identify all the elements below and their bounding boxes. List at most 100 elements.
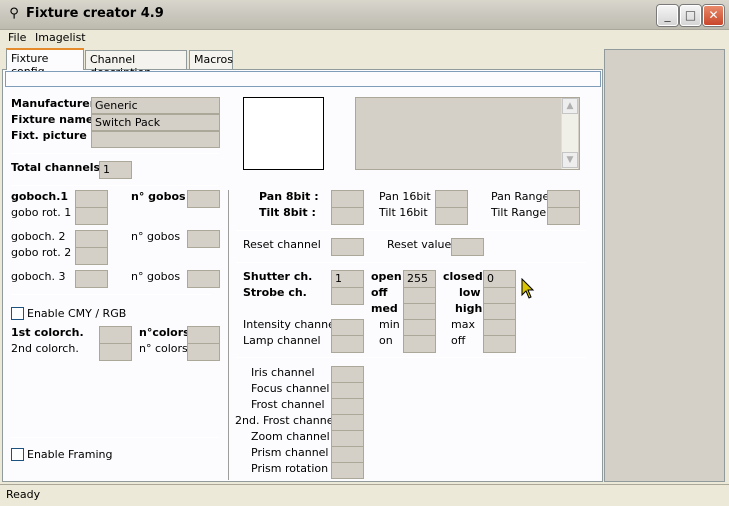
menu-file[interactable]: File xyxy=(8,31,26,44)
zoom-field[interactable] xyxy=(331,430,364,447)
ncolors2-label: n° colors xyxy=(139,342,188,355)
gobo-rot2-field[interactable] xyxy=(75,247,108,265)
goboch3-label: goboch. 3 xyxy=(11,270,66,283)
shutter-label: Shutter ch. xyxy=(243,270,313,283)
prism-field[interactable] xyxy=(331,446,364,463)
lamp-label: Lamp channel xyxy=(243,334,321,347)
frost2-field[interactable] xyxy=(331,414,364,431)
fixture-picture-field[interactable] xyxy=(91,131,220,148)
gobo-rot2-label: gobo rot. 2 xyxy=(11,246,72,259)
focus-label: Focus channel xyxy=(251,382,330,395)
side-panel xyxy=(604,49,725,482)
notes-memo[interactable] xyxy=(355,97,580,170)
zoom-label: Zoom channel xyxy=(251,430,330,443)
closed-field[interactable]: 0 xyxy=(483,270,516,288)
color1-label: 1st colorch. xyxy=(11,326,84,339)
off2-field[interactable] xyxy=(483,335,516,353)
off-label: off xyxy=(371,286,388,299)
lamp-field[interactable] xyxy=(331,335,364,353)
goboch2-label: goboch. 2 xyxy=(11,230,66,243)
goboch3-field[interactable] xyxy=(75,270,108,288)
closed-label: closed xyxy=(443,270,483,283)
reset-channel-label: Reset channel xyxy=(243,238,321,251)
n-gobos2-field[interactable] xyxy=(187,230,220,248)
prism-rotation-label: Prism rotation xyxy=(251,462,329,475)
cmy-checkbox[interactable] xyxy=(11,307,24,320)
frost-label: Frost channel xyxy=(251,398,325,411)
tilt16-field[interactable] xyxy=(435,207,468,225)
divider xyxy=(236,262,586,263)
frost2-label: 2nd. Frost channel xyxy=(235,414,337,427)
ncolors1-field[interactable] xyxy=(187,326,220,344)
framing-checkbox[interactable] xyxy=(11,448,24,461)
divider xyxy=(236,357,586,358)
n-gobos3-field[interactable] xyxy=(187,270,220,288)
n-gobos1-field[interactable] xyxy=(187,190,220,208)
fixture-picture-label: Fixt. picture xyxy=(11,129,87,142)
max-label: max xyxy=(451,318,475,331)
divider xyxy=(11,437,219,438)
color2-field[interactable] xyxy=(99,343,132,361)
pan8-field[interactable] xyxy=(331,190,364,208)
pan16-field[interactable] xyxy=(435,190,468,208)
strobe-label: Strobe ch. xyxy=(243,286,307,299)
manufacturer-label: Manufacturer xyxy=(11,97,96,110)
scroll-down-icon[interactable]: ▼ xyxy=(562,152,578,168)
framing-label: Enable Framing xyxy=(27,448,113,461)
mouse-cursor-icon xyxy=(521,278,535,299)
fixture-name-field[interactable]: Switch Pack xyxy=(91,114,220,131)
tilt8-label: Tilt 8bit : xyxy=(259,206,316,219)
frost-field[interactable] xyxy=(331,398,364,415)
pan-range-label: Pan Range xyxy=(491,190,550,203)
status-bar: Ready xyxy=(0,484,729,506)
vertical-divider xyxy=(228,190,229,480)
tab-macros[interactable]: Macros xyxy=(189,50,233,69)
tilt-range-label: Tilt Range xyxy=(491,206,547,219)
tilt8-field[interactable] xyxy=(331,207,364,225)
manufacturer-field[interactable]: Generic xyxy=(91,97,220,114)
goboch1-field[interactable] xyxy=(75,190,108,208)
fixture-picture[interactable] xyxy=(243,97,324,170)
cmy-label: Enable CMY / RGB xyxy=(27,307,127,320)
app-icon: ⚲ xyxy=(9,6,19,21)
description-field[interactable] xyxy=(5,71,601,87)
gobo-rot1-field[interactable] xyxy=(75,207,108,225)
goboch2-field[interactable] xyxy=(75,230,108,248)
scroll-up-icon[interactable]: ▲ xyxy=(562,98,578,114)
on-field[interactable] xyxy=(403,335,436,353)
open-label: open xyxy=(371,270,402,283)
goboch1-label: goboch.1 xyxy=(11,190,69,203)
n-gobos1-label: n° gobos xyxy=(131,190,186,203)
pan-range-field[interactable] xyxy=(547,190,580,208)
memo-scrollbar[interactable]: ▲ ▼ xyxy=(561,98,578,169)
divider xyxy=(11,185,219,186)
color1-field[interactable] xyxy=(99,326,132,344)
tab-fixture-config[interactable]: Fixture config. xyxy=(6,48,84,78)
open-field[interactable]: 255 xyxy=(403,270,436,288)
prism-rotation-field[interactable] xyxy=(331,462,364,479)
color2-label: 2nd colorch. xyxy=(11,342,79,355)
total-channels-label: Total channels xyxy=(11,161,101,174)
prism-label: Prism channel xyxy=(251,446,329,459)
strobe-field[interactable] xyxy=(331,287,364,305)
pan16-label: Pan 16bit xyxy=(379,190,431,203)
minimize-button[interactable]: _ xyxy=(657,5,678,26)
ncolors1-label: n°colors xyxy=(139,326,190,339)
iris-field[interactable] xyxy=(331,366,364,383)
tilt-range-field[interactable] xyxy=(547,207,580,225)
close-button[interactable]: ✕ xyxy=(703,5,724,26)
n-gobos3-label: n° gobos xyxy=(131,270,181,283)
shutter-field[interactable]: 1 xyxy=(331,270,364,288)
reset-channel-field[interactable] xyxy=(331,238,364,256)
reset-value-field[interactable] xyxy=(451,238,484,256)
total-channels-field[interactable]: 1 xyxy=(99,161,132,179)
ncolors2-field[interactable] xyxy=(187,343,220,361)
tab-channel-description[interactable]: Channel description xyxy=(85,50,187,79)
menu-imagelist[interactable]: Imagelist xyxy=(35,31,86,44)
focus-field[interactable] xyxy=(331,382,364,399)
divider xyxy=(236,230,586,231)
maximize-button[interactable]: □ xyxy=(680,5,701,26)
menu-bar: File Imagelist xyxy=(0,30,729,47)
on-label: on xyxy=(379,334,393,347)
status-text: Ready xyxy=(6,488,41,501)
